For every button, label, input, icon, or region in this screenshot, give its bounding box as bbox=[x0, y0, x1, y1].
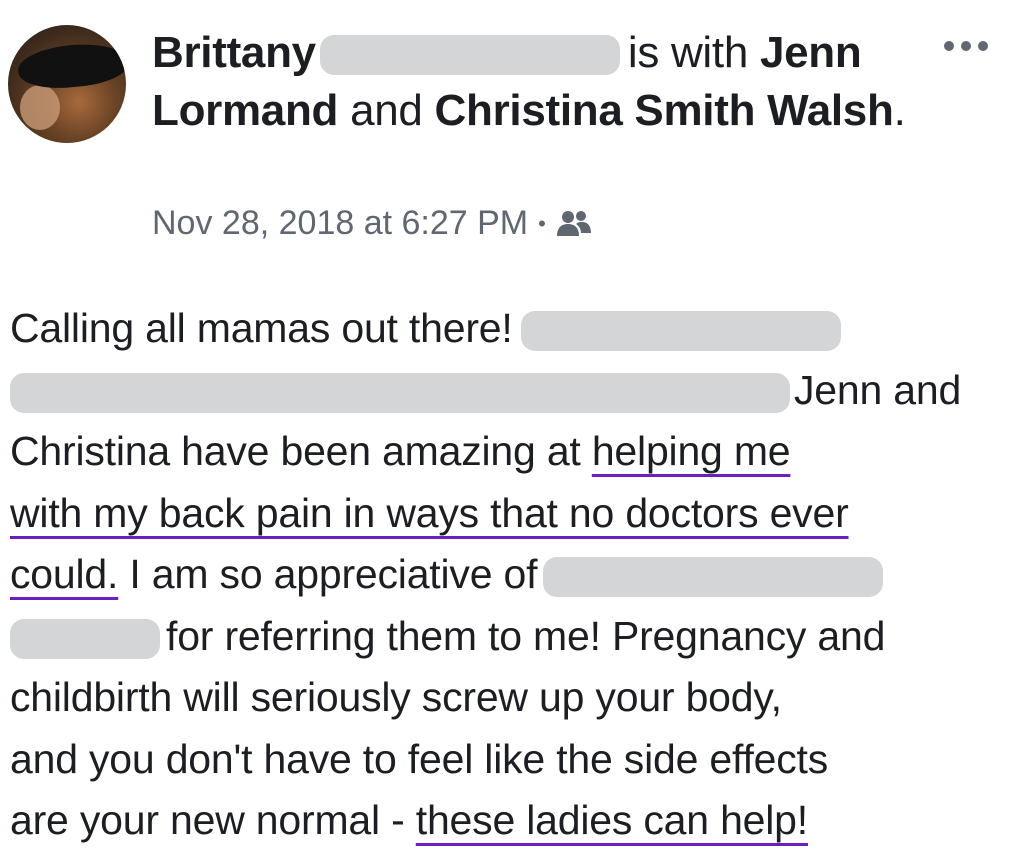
author-name-redaction bbox=[319, 35, 620, 76]
body-line-7: childbirth will seriously screw up your … bbox=[10, 674, 782, 720]
body-line-2: Jenn and bbox=[10, 360, 1015, 422]
body-line-5: could. I am so appreciative of bbox=[10, 544, 1015, 606]
body-line-8: and you don't have to feel like the side… bbox=[10, 735, 829, 782]
and-text: and bbox=[350, 86, 423, 135]
post-body: Calling all mamas out there! Jenn and Ch… bbox=[10, 298, 1015, 852]
underline-1: helping me bbox=[591, 428, 791, 474]
redaction-3 bbox=[543, 557, 884, 598]
post-meta: Nov 28, 2018 at 6:27 PM • bbox=[152, 204, 592, 243]
post-header: Brittany is with Jenn Lormand and Christi… bbox=[152, 24, 912, 140]
redaction-4 bbox=[10, 618, 160, 659]
underline-4: these ladies can help! bbox=[415, 797, 808, 843]
timestamp[interactable]: Nov 28, 2018 at 6:27 PM bbox=[152, 204, 528, 243]
body-line-3: Christina have been amazing at helping m… bbox=[10, 428, 791, 474]
meta-separator: • bbox=[538, 210, 546, 236]
underline-3: could. bbox=[10, 551, 119, 597]
facebook-post: Brittany is with Jenn Lormand and Christi… bbox=[0, 0, 1020, 858]
period: . bbox=[893, 86, 906, 135]
author-name[interactable]: Brittany bbox=[152, 28, 316, 77]
author-avatar[interactable] bbox=[8, 25, 126, 143]
avatar-redaction bbox=[16, 39, 126, 93]
body-line-1: Calling all mamas out there! bbox=[10, 298, 1015, 360]
more-options-icon[interactable] bbox=[944, 36, 1004, 56]
body-line-6: for referring them to me! Pregnancy and bbox=[10, 606, 1015, 668]
tagged-person-2[interactable]: Christina Smith Walsh bbox=[435, 86, 894, 135]
avatar-photo bbox=[20, 85, 60, 130]
body-line-4: with my back pain in ways that no doctor… bbox=[10, 489, 849, 536]
is-with-text: is with bbox=[627, 28, 749, 77]
redaction-1 bbox=[520, 311, 841, 352]
body-line-9: are your new normal - these ladies can h… bbox=[10, 797, 808, 843]
friends-icon[interactable] bbox=[556, 209, 592, 239]
redaction-2 bbox=[10, 372, 790, 413]
